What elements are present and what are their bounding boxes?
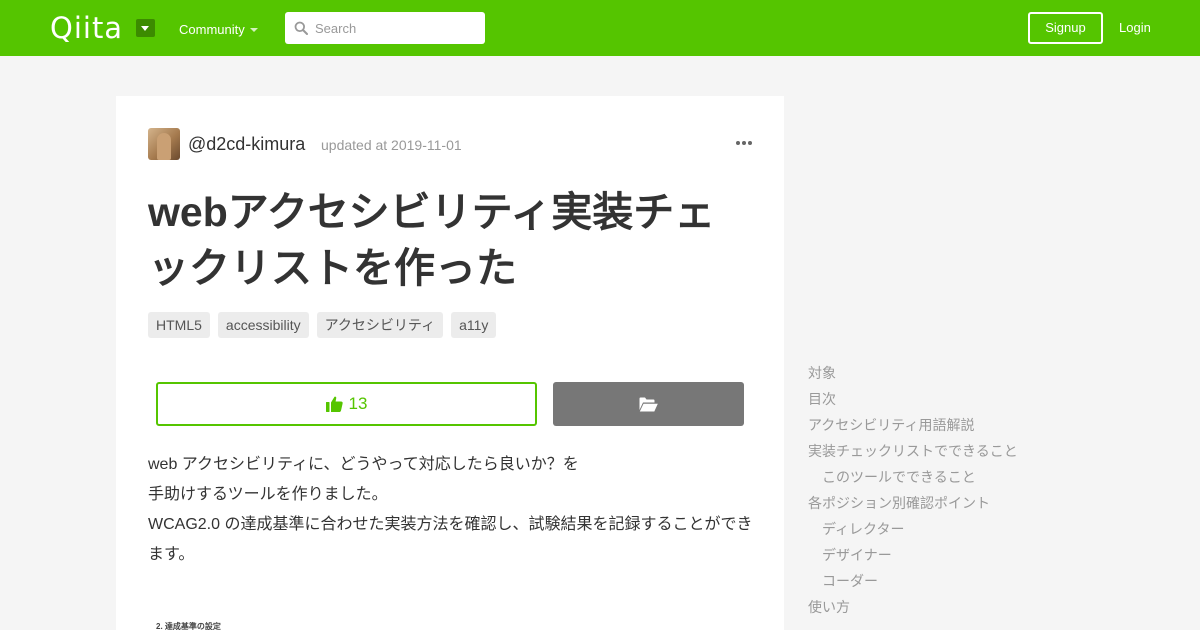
toc-item[interactable]: デザイナー: [808, 542, 1188, 568]
more-options-icon[interactable]: [736, 141, 752, 145]
author-name[interactable]: @d2cd-kimura: [188, 133, 305, 155]
search-box: [285, 12, 485, 44]
thumbs-up-icon: [325, 396, 343, 412]
toc-item[interactable]: コーダー: [808, 568, 1188, 594]
body-line: web アクセシビリティに、どうやって対応したら良いか？を: [148, 456, 579, 473]
tag-a11y[interactable]: a11y: [451, 312, 497, 338]
like-count: 13: [348, 394, 368, 413]
toc-item[interactable]: 使い方: [808, 594, 1188, 620]
tag-accessibility[interactable]: accessibility: [217, 312, 309, 338]
stock-button[interactable]: [553, 382, 744, 426]
article-body: web アクセシビリティに、どうやって対応したら良いか？を 手助けするツールを作…: [148, 450, 758, 570]
body-line: WCAG2.0 の達成基準に合わせた実装方法を確認し、試験結果を記録することがで…: [148, 516, 753, 563]
tag-html5[interactable]: HTML5: [148, 312, 210, 338]
toc-item[interactable]: 目次: [808, 386, 1188, 412]
toc-item[interactable]: アクセシビリティ用語解説: [808, 412, 1188, 438]
search-icon: [294, 21, 308, 35]
tag-list: HTML5 accessibility アクセシビリティ a11y: [148, 312, 497, 338]
toc-item[interactable]: ディレクター: [808, 516, 1188, 542]
folder-open-icon: [639, 397, 658, 411]
toc-item[interactable]: 実装チェックリストでできること: [808, 438, 1188, 464]
toc-item[interactable]: 各ポジション別確認ポイント: [808, 490, 1188, 516]
toc-item[interactable]: 対象: [808, 360, 1188, 386]
toc-item[interactable]: このツールでできること: [808, 464, 1188, 490]
login-link[interactable]: Login: [1119, 20, 1151, 36]
tag-accessibility-ja[interactable]: アクセシビリティ: [316, 312, 444, 338]
like-button[interactable]: 13: [156, 382, 537, 426]
avatar[interactable]: [148, 128, 180, 160]
updated-date: updated at 2019-11-01: [321, 137, 462, 153]
signup-button[interactable]: Signup: [1028, 12, 1103, 44]
community-menu[interactable]: Community: [179, 22, 245, 38]
caret-down-icon: [141, 26, 149, 31]
article-card: @d2cd-kimura updated at 2019-11-01 webアク…: [116, 96, 784, 630]
table-of-contents: 対象 目次 アクセシビリティ用語解説 実装チェックリストでできること このツール…: [808, 360, 1188, 620]
body-line: 手助けするツールを作りました。: [148, 486, 388, 503]
qiita-logo[interactable]: Qiita: [50, 13, 123, 43]
chevron-down-icon: [250, 28, 258, 32]
search-input[interactable]: [315, 12, 481, 44]
image-caption: 2. 達成基準の設定: [156, 622, 221, 630]
article-title: webアクセシビリティ実装チェックリストを作った: [148, 189, 716, 291]
top-navbar: Qiita Community Signup Login: [0, 0, 1200, 56]
logo-menu-button[interactable]: [136, 19, 155, 37]
